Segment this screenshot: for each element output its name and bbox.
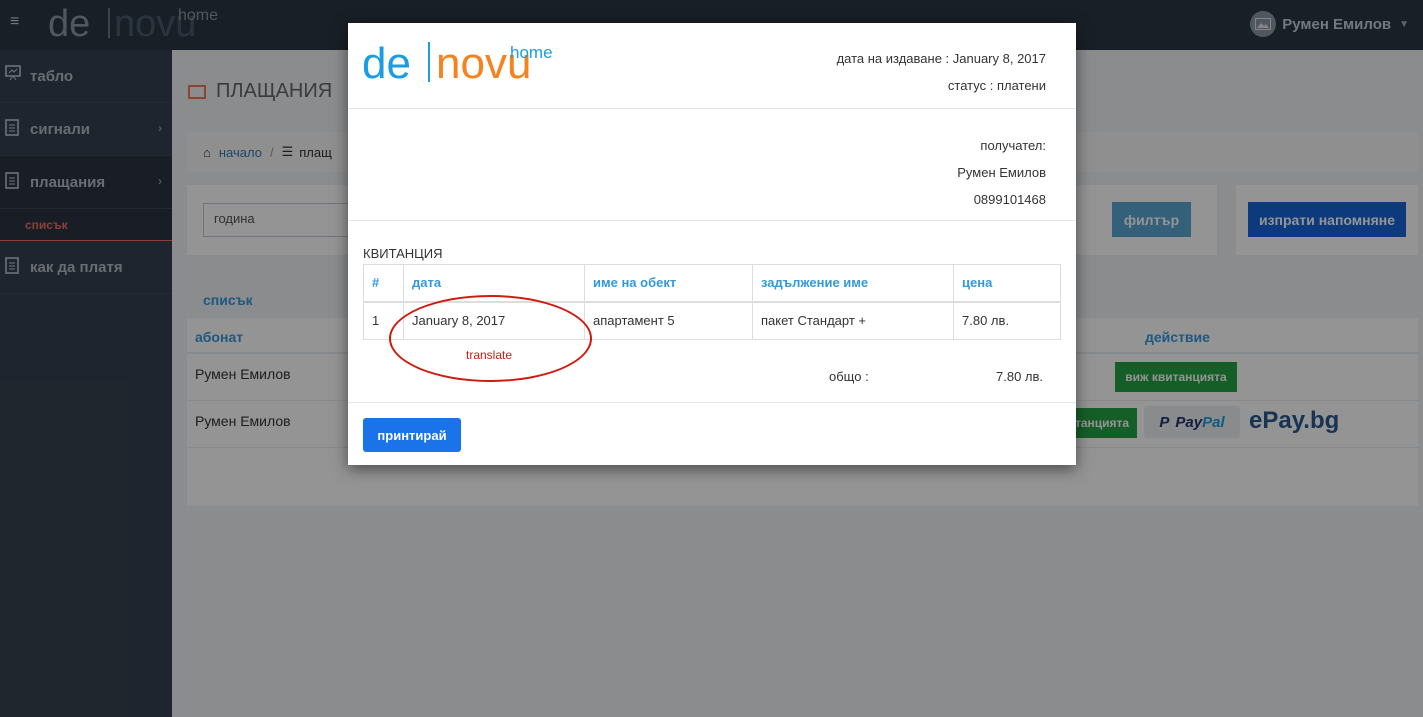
col-number: # xyxy=(363,264,404,303)
total-value: 7.80 лв. xyxy=(996,369,1044,384)
recipient-label: получател: xyxy=(980,138,1046,153)
print-button[interactable]: принтирай xyxy=(363,418,461,452)
divider xyxy=(348,402,1076,403)
cell-object-name: апартамент 5 xyxy=(584,301,753,340)
cell-price: 7.80 лв. xyxy=(953,301,1061,340)
annotation-ellipse xyxy=(389,295,592,382)
svg-text:de: de xyxy=(362,39,411,88)
denovu-logo: de novu home xyxy=(362,39,553,88)
recipient-name: Румен Емилов xyxy=(957,165,1046,180)
recipient-block: получател: Румен Емилов 0899101468 xyxy=(957,132,1046,213)
receipt-title: КВИТАНЦИЯ xyxy=(363,246,443,261)
issue-date: дата на издаване : January 8, 2017 xyxy=(836,51,1046,66)
col-obligation-name: задължение име xyxy=(752,264,954,303)
col-price: цена xyxy=(953,264,1061,303)
status: статус : платени xyxy=(947,78,1046,93)
annotation-text: translate xyxy=(466,348,513,362)
cell-obligation-name: пакет Стандарт + xyxy=(752,301,954,340)
divider xyxy=(348,220,1076,221)
divider xyxy=(348,108,1076,109)
receipt-modal: de novu home дата на издаване : January … xyxy=(348,23,1076,465)
recipient-phone: 0899101468 xyxy=(973,192,1046,207)
total-label: общо : xyxy=(829,369,869,384)
col-object-name: име на обект xyxy=(584,264,753,303)
receipt-meta: дата на издаване : January 8, 2017 стату… xyxy=(837,45,1046,99)
svg-text:home: home xyxy=(510,43,553,62)
